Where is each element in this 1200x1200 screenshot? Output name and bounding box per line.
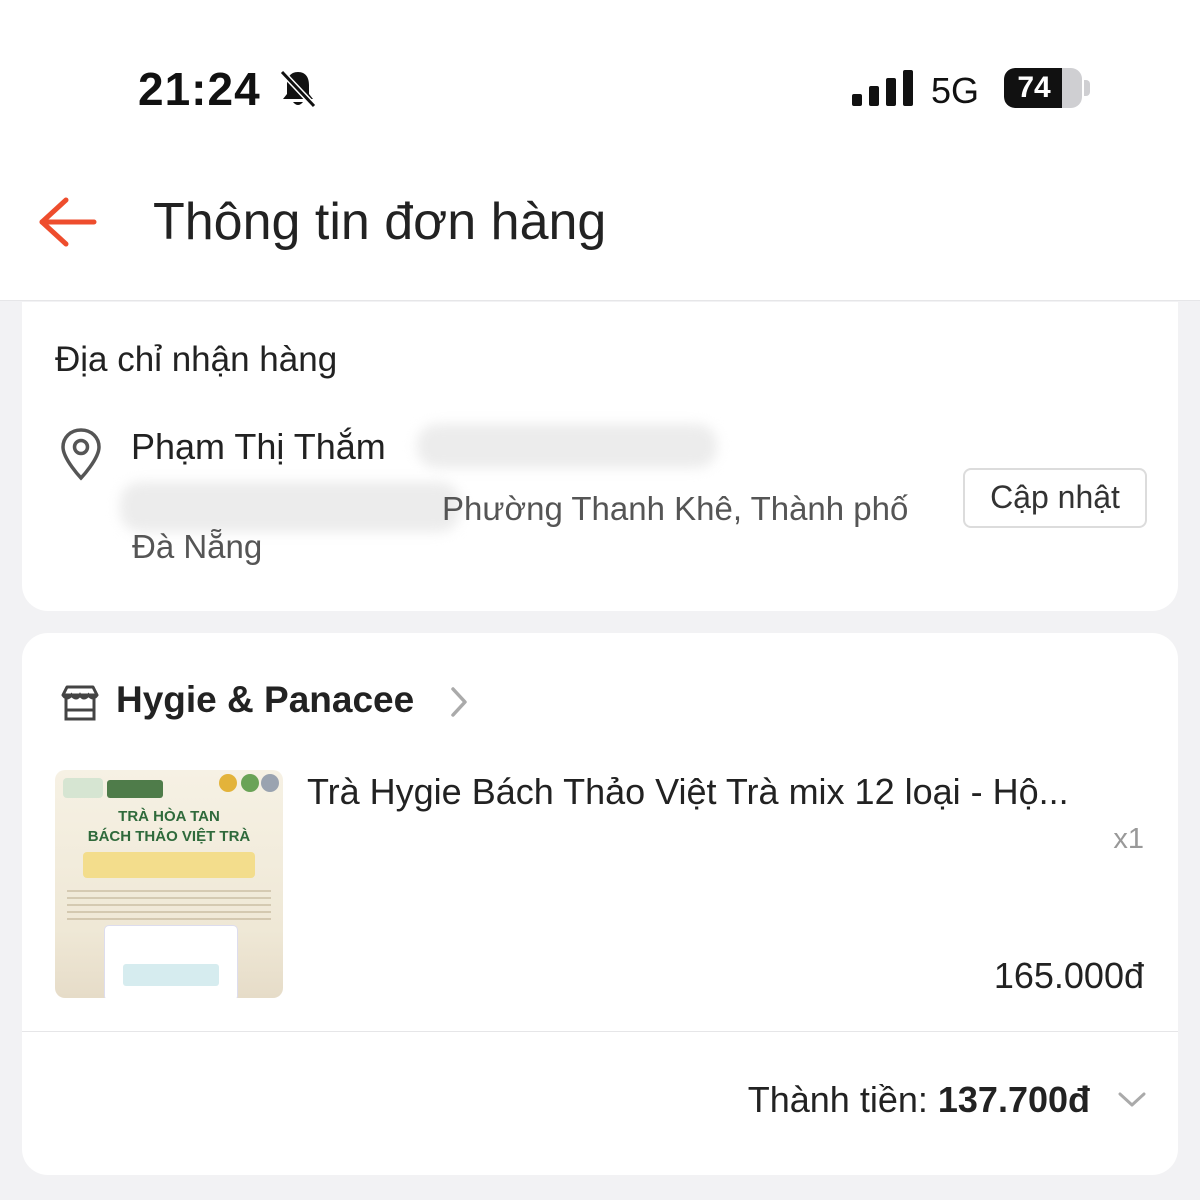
- thumbnail-text-lines: [67, 890, 271, 924]
- order-card: Hygie & Panacee TRÀ HÒA TAN BÁCH THẢO VI…: [22, 633, 1178, 1175]
- address-section-title: Địa chỉ nhận hàng: [55, 340, 338, 379]
- thumbnail-ribbon: [83, 852, 255, 878]
- signal-icon: [852, 70, 913, 106]
- address-line: Phường Thanh Khê, Thành phố: [442, 490, 909, 527]
- network-type: 5G: [931, 70, 980, 111]
- thumbnail-logo: [63, 778, 103, 798]
- product-name[interactable]: Trà Hygie Bách Thảo Việt Trà mix 12 loại…: [307, 771, 1147, 813]
- battery-cap: [1084, 80, 1090, 96]
- product-thumbnail[interactable]: TRÀ HÒA TAN BÁCH THẢO VIỆT TRÀ: [55, 770, 283, 998]
- battery-icon: 74: [1004, 68, 1082, 108]
- product-price: 165.000đ: [993, 955, 1144, 996]
- thumbnail-tag: [107, 780, 163, 798]
- status-bar: 21:24 5G 74: [0, 0, 1200, 150]
- status-time: 21:24: [138, 63, 261, 115]
- app-header: Thông tin đơn hàng: [0, 150, 1200, 301]
- arrow-left-icon[interactable]: [36, 194, 98, 250]
- product-quantity: x1: [1113, 823, 1144, 855]
- thumbnail-badge: [241, 774, 259, 792]
- order-total: Thành tiền: 137.700đ: [748, 1079, 1090, 1121]
- thumbnail-title-1: TRÀ HÒA TAN: [118, 808, 220, 825]
- thumbnail-product-box: [105, 926, 237, 998]
- thumbnail-title-2: BÁCH THẢO VIỆT TRÀ: [87, 828, 251, 845]
- address-city: Đà Nẵng: [132, 528, 263, 565]
- thumbnail-badge: [219, 774, 237, 792]
- update-address-button[interactable]: Cập nhật: [963, 468, 1147, 528]
- location-pin-icon: [61, 428, 101, 481]
- redacted-phone: [417, 424, 717, 468]
- shop-name[interactable]: Hygie & Panacee: [116, 679, 414, 721]
- thumbnail-badge: [261, 774, 279, 792]
- shipping-address-card: Địa chỉ nhận hàng Phạm Thị Thắm Phường T…: [22, 302, 1178, 611]
- chevron-right-icon[interactable]: [448, 685, 470, 719]
- address-text: Phường Thanh Khê, Thành phố Đà Nẵng: [132, 490, 932, 566]
- chevron-down-icon[interactable]: [1117, 1091, 1147, 1109]
- total-label: Thành tiền:: [747, 1079, 928, 1120]
- page-title: Thông tin đơn hàng: [153, 193, 607, 251]
- total-value: 137.700đ: [937, 1079, 1090, 1120]
- bell-slash-icon: [279, 69, 317, 109]
- divider: [22, 1031, 1178, 1032]
- battery-level: 74: [1017, 71, 1051, 104]
- store-icon: [61, 685, 99, 721]
- recipient-name: Phạm Thị Thắm: [131, 426, 386, 467]
- thumbnail-box-label: [123, 964, 219, 986]
